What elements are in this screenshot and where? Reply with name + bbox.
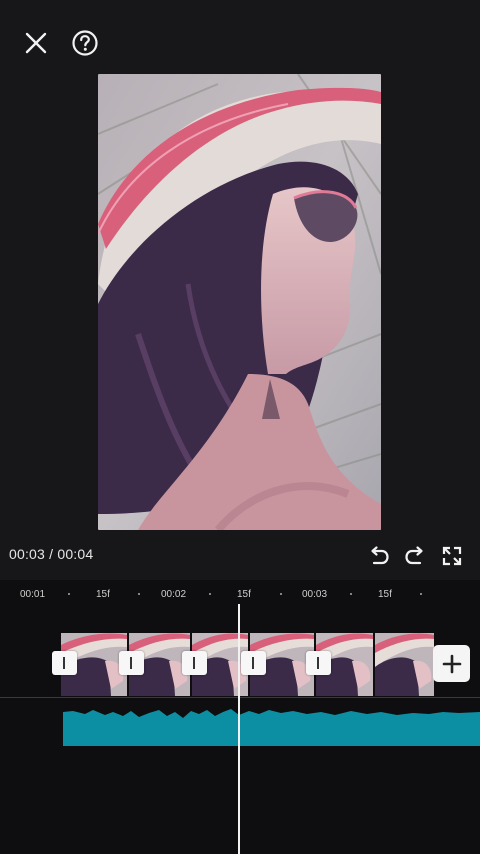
clip-thumbnail xyxy=(375,633,434,696)
ruler-label: 15f xyxy=(378,589,392,600)
playhead[interactable] xyxy=(238,604,240,854)
audio-waveform xyxy=(63,709,480,746)
ruler-label: 15f xyxy=(96,589,110,600)
help-button[interactable] xyxy=(68,26,102,60)
track-divider xyxy=(0,697,480,698)
video-preview[interactable] xyxy=(98,74,381,530)
ruler-dot xyxy=(350,593,352,595)
fullscreen-button[interactable] xyxy=(439,543,465,569)
ruler-label: 00:03 xyxy=(302,589,328,600)
redo-icon xyxy=(405,546,423,565)
total-time: 00:04 xyxy=(57,546,94,562)
video-frame-image xyxy=(98,74,381,530)
ruler-dot xyxy=(68,593,70,595)
help-icon xyxy=(72,30,98,56)
undo-button[interactable] xyxy=(366,543,392,569)
ruler-label: 00:01 xyxy=(20,589,46,600)
ruler-dot xyxy=(138,593,140,595)
plus-icon xyxy=(442,654,461,673)
current-time: 00:03 xyxy=(9,546,46,562)
time-separator: / xyxy=(45,546,58,562)
fullscreen-icon xyxy=(442,546,462,566)
audio-track[interactable] xyxy=(63,708,480,748)
ruler-dot xyxy=(420,593,422,595)
clip-split-handle[interactable] xyxy=(182,651,207,675)
time-ruler[interactable]: 00:01 15f 00:02 15f 00:03 15f xyxy=(0,580,480,608)
clip-split-handle[interactable] xyxy=(52,651,77,675)
ruler-label: 15f xyxy=(237,589,251,600)
redo-button[interactable] xyxy=(402,543,428,569)
undo-icon xyxy=(371,546,389,565)
close-button[interactable] xyxy=(20,27,52,59)
add-clip-button[interactable] xyxy=(433,645,470,682)
ruler-label: 00:02 xyxy=(161,589,187,600)
time-display: 00:03 / 00:04 xyxy=(9,546,93,562)
clip-split-handle[interactable] xyxy=(306,651,331,675)
ruler-dot xyxy=(209,593,211,595)
close-icon xyxy=(25,32,47,54)
ruler-dot xyxy=(280,593,282,595)
clip-split-handle[interactable] xyxy=(241,651,266,675)
clip-split-handle[interactable] xyxy=(119,651,144,675)
